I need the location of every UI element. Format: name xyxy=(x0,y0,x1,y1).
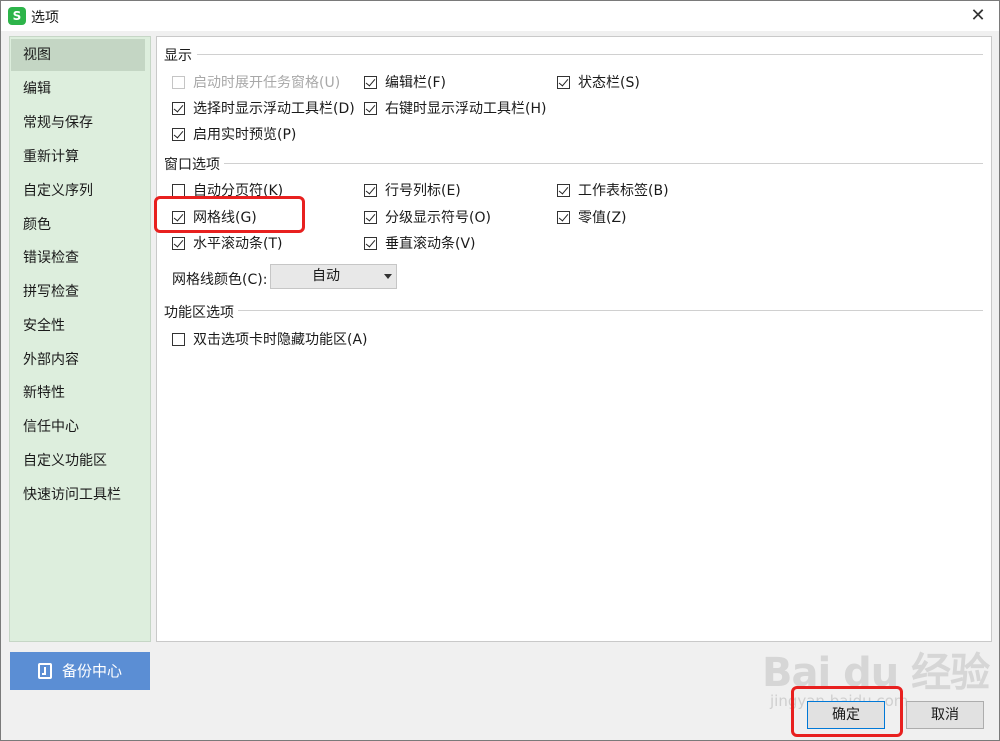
sidebar-item-spell-check[interactable]: 拼写检查 xyxy=(11,276,145,308)
checkbox xyxy=(172,183,185,197)
checkbox xyxy=(172,332,185,346)
sidebar-item-recalculate[interactable]: 重新计算 xyxy=(11,141,145,173)
sidebar-item-custom-lists[interactable]: 自定义序列 xyxy=(11,175,145,207)
checkbox xyxy=(172,75,185,89)
sidebar-item-edit[interactable]: 编辑 xyxy=(11,73,145,105)
window-title: 选项 xyxy=(31,10,59,26)
option-row-column-headers[interactable]: 行号列标(E) xyxy=(364,180,461,200)
option-live-preview[interactable]: 启用实时预览(P) xyxy=(172,124,296,144)
gridline-color-label: 网格线颜色(C): xyxy=(172,272,268,288)
option-status-bar[interactable]: 状态栏(S) xyxy=(557,72,640,92)
cancel-button[interactable]: 取消 xyxy=(906,701,984,729)
sidebar: 视图 编辑 常规与保存 重新计算 自定义序列 颜色 错误检查 拼写检查 安全性 … xyxy=(9,36,151,642)
section-divider xyxy=(238,310,983,311)
sidebar-item-colors[interactable]: 颜色 xyxy=(11,209,145,241)
checkbox-checked xyxy=(364,75,377,89)
section-divider xyxy=(197,54,983,55)
option-vertical-scrollbar[interactable]: 垂直滚动条(V) xyxy=(364,233,476,253)
section-divider xyxy=(224,163,983,164)
sidebar-item-external-content[interactable]: 外部内容 xyxy=(11,344,145,376)
checkbox-checked xyxy=(364,183,377,197)
ok-button[interactable]: 确定 xyxy=(807,701,885,729)
section-title-ribbon: 功能区选项 xyxy=(164,305,234,321)
checkbox-checked xyxy=(364,210,377,224)
sidebar-item-general-save[interactable]: 常规与保存 xyxy=(11,107,145,139)
option-gridlines[interactable]: 网格线(G) xyxy=(172,207,257,227)
checkbox-checked xyxy=(172,210,185,224)
chevron-down-icon xyxy=(384,274,392,279)
gridline-color-select[interactable]: 自动 xyxy=(270,264,397,289)
option-hide-ribbon-on-double-click[interactable]: 双击选项卡时隐藏功能区(A) xyxy=(172,329,368,349)
option-horizontal-scrollbar[interactable]: 水平滚动条(T) xyxy=(172,233,282,253)
checkbox-checked xyxy=(364,236,377,250)
checkbox-checked xyxy=(172,127,185,141)
checkbox-checked xyxy=(172,101,185,115)
option-outline-symbols[interactable]: 分级显示符号(O) xyxy=(364,207,491,227)
section-title-display: 显示 xyxy=(164,48,192,64)
option-zero-values[interactable]: 零值(Z) xyxy=(557,207,627,227)
option-auto-page-break[interactable]: 自动分页符(K) xyxy=(172,180,283,200)
sidebar-item-view[interactable]: 视图 xyxy=(11,39,145,71)
close-icon[interactable]: ✕ xyxy=(965,4,991,28)
checkbox-checked xyxy=(557,210,570,224)
option-expand-task-pane[interactable]: 启动时展开任务窗格(U) xyxy=(172,72,340,92)
section-title-window: 窗口选项 xyxy=(164,157,220,173)
checkbox-checked xyxy=(364,101,377,115)
title-bar: S 选项 ✕ xyxy=(1,1,999,31)
checkbox-checked xyxy=(557,75,570,89)
option-floating-toolbar-on-right-click[interactable]: 右键时显示浮动工具栏(H) xyxy=(364,98,546,118)
options-panel: 显示 启动时展开任务窗格(U) 编辑栏(F) 状态栏(S) 选择时显示浮动工具栏… xyxy=(154,36,992,642)
sidebar-item-security[interactable]: 安全性 xyxy=(11,310,145,342)
option-sheet-tabs[interactable]: 工作表标签(B) xyxy=(557,180,669,200)
checkbox-checked xyxy=(557,183,570,197)
sidebar-item-customize-ribbon[interactable]: 自定义功能区 xyxy=(11,445,145,477)
wps-app-icon: S xyxy=(8,7,26,25)
backup-center-label: 备份中心 xyxy=(61,662,122,680)
option-formula-bar[interactable]: 编辑栏(F) xyxy=(364,72,446,92)
backup-icon xyxy=(37,663,52,679)
sidebar-item-new-features[interactable]: 新特性 xyxy=(11,377,145,409)
sidebar-item-trust-center[interactable]: 信任中心 xyxy=(11,411,145,443)
option-floating-toolbar-on-select[interactable]: 选择时显示浮动工具栏(D) xyxy=(172,98,355,118)
backup-center-button[interactable]: 备份中心 xyxy=(10,652,150,690)
checkbox-checked xyxy=(172,236,185,250)
sidebar-item-quick-access-toolbar[interactable]: 快速访问工具栏 xyxy=(11,479,145,511)
sidebar-item-error-check[interactable]: 错误检查 xyxy=(11,242,145,274)
gridline-color-value: 自动 xyxy=(312,268,340,284)
